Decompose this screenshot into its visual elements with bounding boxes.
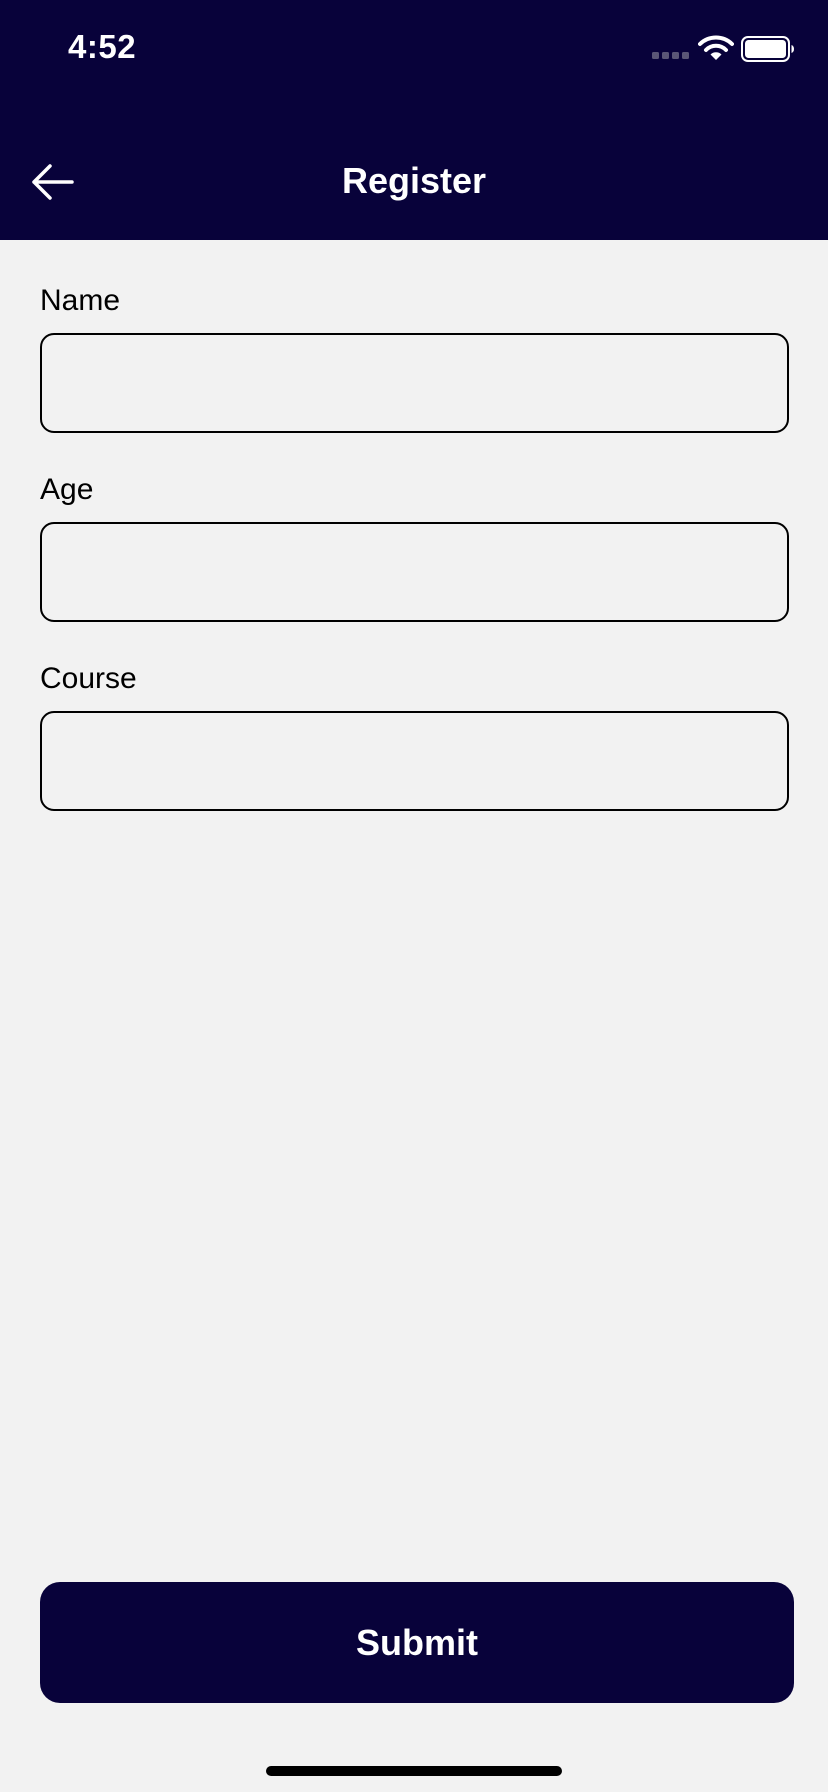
course-input[interactable] [40, 711, 789, 811]
page-title: Register [341, 160, 487, 201]
age-input[interactable] [40, 522, 789, 622]
submit-button[interactable]: Submit [40, 1582, 794, 1703]
cellular-signal-icon [652, 52, 690, 62]
header: 4:52 Register [0, 0, 828, 240]
course-label: Course [40, 662, 137, 695]
register-screen: 4:52 Register Name Age Course Submit [0, 0, 828, 1792]
home-indicator [266, 1766, 562, 1776]
age-label: Age [40, 473, 94, 506]
battery-icon [741, 36, 794, 62]
name-input[interactable] [40, 333, 789, 433]
name-label: Name [40, 284, 121, 317]
wifi-icon [698, 35, 734, 60]
status-time: 4:52 [68, 28, 137, 65]
